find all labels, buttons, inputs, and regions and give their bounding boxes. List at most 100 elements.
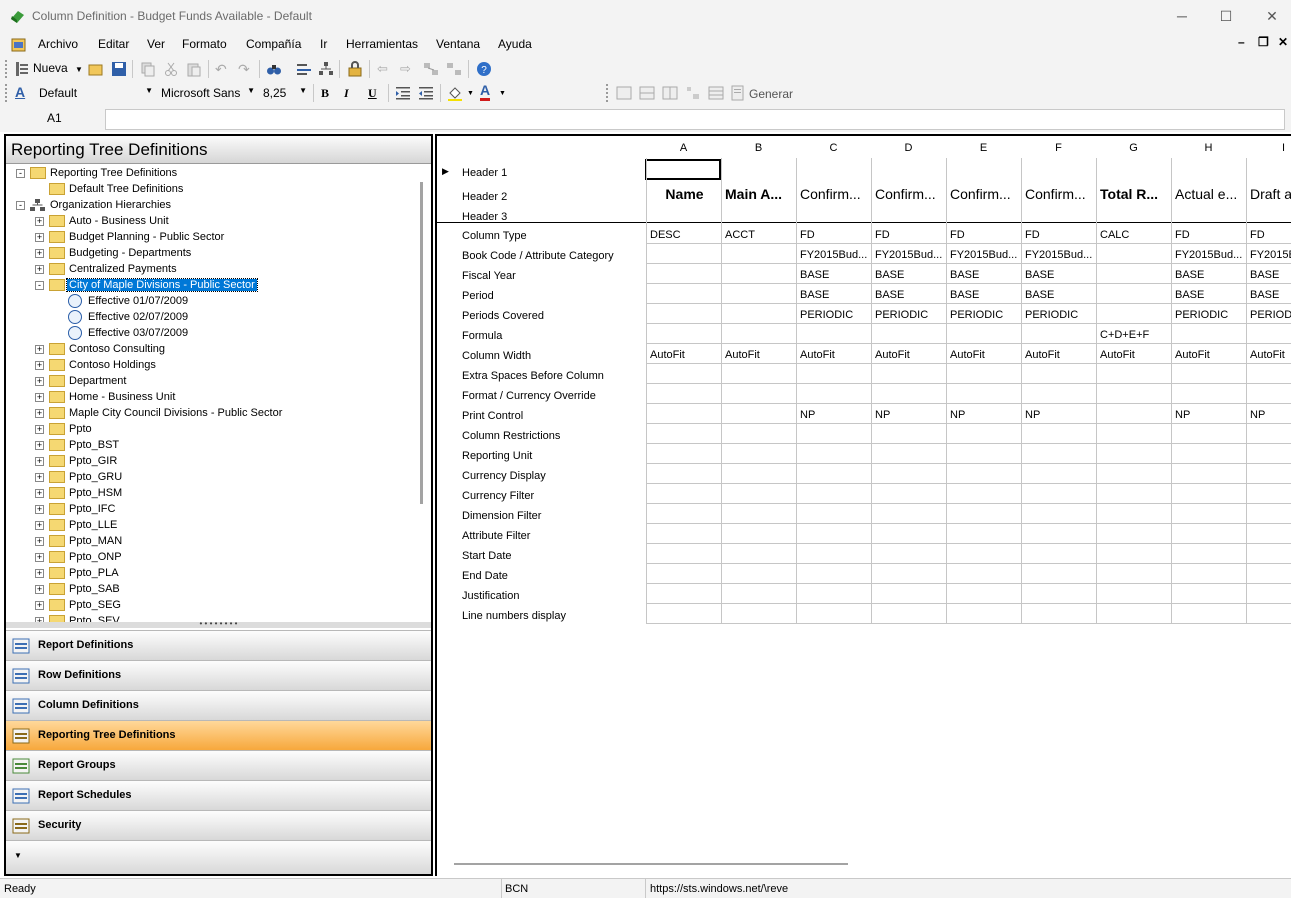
column-name-cell[interactable]: Main A...	[725, 186, 794, 202]
grid-icon-2[interactable]	[639, 85, 655, 101]
nav-report-groups[interactable]: Report Groups	[6, 750, 431, 780]
grid-cell[interactable]: PERIODIC	[1025, 309, 1094, 321]
grid-cell[interactable]: FD	[1175, 229, 1244, 241]
cell-reference[interactable]: A1	[47, 111, 62, 125]
grid-cell[interactable]: FY2015Bud...	[800, 249, 869, 261]
column-name-cell[interactable]: Confirm...	[875, 186, 944, 202]
collapse-icon[interactable]: -	[16, 201, 25, 210]
menu-compania[interactable]: Compañía	[246, 37, 301, 51]
grid-cell[interactable]: AutoFit	[950, 349, 1019, 361]
lock-icon[interactable]	[347, 61, 363, 77]
tree-node[interactable]: - Reporting Tree Definitions	[6, 166, 416, 182]
grid-cell[interactable]: NP	[950, 409, 1019, 421]
tree-node[interactable]: Effective 02/07/2009	[6, 310, 416, 326]
nav-reporting-tree-definitions[interactable]: Reporting Tree Definitions	[6, 720, 431, 750]
grid-cell[interactable]: FD	[800, 229, 869, 241]
column-header-i[interactable]: I	[1246, 142, 1291, 154]
nav-overflow-button[interactable]: ▼	[6, 840, 431, 874]
maximize-icon[interactable]: ☐	[1216, 6, 1236, 26]
generate-icon[interactable]	[730, 85, 746, 101]
column-header-f[interactable]: F	[1021, 142, 1096, 154]
grid-cell[interactable]: NP	[1175, 409, 1244, 421]
expand-icon[interactable]: +	[35, 345, 44, 354]
grid-cell[interactable]: BASE	[800, 289, 869, 301]
column-name-cell[interactable]: Name	[650, 186, 719, 202]
selected-cell[interactable]	[645, 159, 721, 180]
back-icon[interactable]: ⇦	[377, 61, 393, 77]
menu-formato[interactable]: Formato	[182, 37, 227, 51]
grid-cell[interactable]: FY2015Bud...	[950, 249, 1019, 261]
grid-cell[interactable]: NP	[1250, 409, 1291, 421]
expand-icon[interactable]: +	[35, 265, 44, 274]
font-color-dropdown-icon[interactable]: ▼	[499, 90, 506, 97]
font-combo[interactable]: Microsoft Sans ▼	[157, 84, 257, 102]
grid-cell[interactable]: DESC	[650, 229, 719, 241]
grid-cell[interactable]: BASE	[950, 269, 1019, 281]
mdi-minimize-icon[interactable]: –	[1238, 35, 1245, 49]
column-name-cell[interactable]: Actual e...	[1175, 186, 1244, 202]
expand-icon[interactable]: +	[35, 521, 44, 530]
help-icon[interactable]: ?	[476, 61, 492, 77]
collapse-icon[interactable]: -	[35, 281, 44, 290]
new-dropdown-icon[interactable]: ▼	[75, 65, 83, 74]
grid-cell[interactable]: AutoFit	[650, 349, 719, 361]
cut-icon[interactable]	[163, 61, 179, 77]
tree-node[interactable]: + Contoso Holdings	[6, 358, 416, 374]
bold-button[interactable]: B	[321, 86, 329, 101]
grid-cell[interactable]: FD	[950, 229, 1019, 241]
tree-node[interactable]: + Ppto_PLA	[6, 566, 416, 582]
fill-dropdown-icon[interactable]: ▼	[467, 90, 474, 97]
tree-node[interactable]: + Ppto_HSM	[6, 486, 416, 502]
grid-cell[interactable]: FY2015Bud...	[1025, 249, 1094, 261]
column-header-h[interactable]: H	[1171, 142, 1246, 154]
grid-cell[interactable]: BASE	[875, 269, 944, 281]
tree-node[interactable]: + Home - Business Unit	[6, 390, 416, 406]
expand-icon[interactable]: +	[35, 505, 44, 514]
expand-icon[interactable]: +	[35, 441, 44, 450]
expand-icon[interactable]: +	[35, 249, 44, 258]
pane-splitter[interactable]: • • • • • • • •	[6, 620, 431, 628]
menu-ventana[interactable]: Ventana	[436, 37, 480, 51]
menu-ayuda[interactable]: Ayuda	[498, 37, 532, 51]
expand-icon[interactable]: +	[35, 489, 44, 498]
column-name-cell[interactable]: Total R...	[1100, 186, 1169, 202]
tree-node[interactable]: + Ppto_ONP	[6, 550, 416, 566]
grid-cell[interactable]: BASE	[1250, 269, 1291, 281]
open-folder-icon[interactable]	[88, 61, 104, 77]
grid-cell[interactable]: PERIODIC	[875, 309, 944, 321]
grid-icon-4[interactable]	[685, 85, 701, 101]
find-icon[interactable]	[266, 61, 282, 77]
close-icon[interactable]: ✕	[1262, 6, 1282, 26]
nav-column-definitions[interactable]: Column Definitions	[6, 690, 431, 720]
grid-cell[interactable]: FY2015B	[1250, 249, 1291, 261]
tree-node[interactable]: + Centralized Payments	[6, 262, 416, 278]
grid-cell[interactable]: AutoFit	[1250, 349, 1291, 361]
tree-node[interactable]: - Organization Hierarchies	[6, 198, 416, 214]
column-name-cell[interactable]: Draft a	[1250, 186, 1291, 202]
new-button[interactable]: Nueva	[33, 61, 68, 79]
menu-archivo[interactable]: Archivo	[38, 37, 78, 51]
link-icon[interactable]	[423, 61, 439, 77]
nav-report-schedules[interactable]: Report Schedules	[6, 780, 431, 810]
tree-node[interactable]: Effective 03/07/2009	[6, 326, 416, 342]
expand-icon[interactable]: +	[35, 601, 44, 610]
grid-cell[interactable]: NP	[800, 409, 869, 421]
expand-icon[interactable]: +	[35, 425, 44, 434]
copy-icon[interactable]	[140, 61, 156, 77]
save-icon[interactable]	[111, 61, 127, 77]
menu-ver[interactable]: Ver	[147, 37, 165, 51]
grid-cell[interactable]: FD	[1250, 229, 1291, 241]
grid-cell[interactable]: PERIODIC	[1175, 309, 1244, 321]
toolbar-grip[interactable]	[5, 84, 8, 102]
tree-node[interactable]: + Budget Planning - Public Sector	[6, 230, 416, 246]
tree-node[interactable]: + Budgeting - Departments	[6, 246, 416, 262]
menu-editar[interactable]: Editar	[98, 37, 129, 51]
tree-node[interactable]: + Auto - Business Unit	[6, 214, 416, 230]
toolbar-grip[interactable]	[606, 84, 609, 102]
grid-cell[interactable]: BASE	[1175, 269, 1244, 281]
column-header-d[interactable]: D	[871, 142, 946, 154]
grid-cell[interactable]: AutoFit	[1025, 349, 1094, 361]
grid-cell[interactable]: BASE	[1175, 289, 1244, 301]
grid-cell[interactable]: BASE	[800, 269, 869, 281]
column-name-cell[interactable]: Confirm...	[950, 186, 1019, 202]
